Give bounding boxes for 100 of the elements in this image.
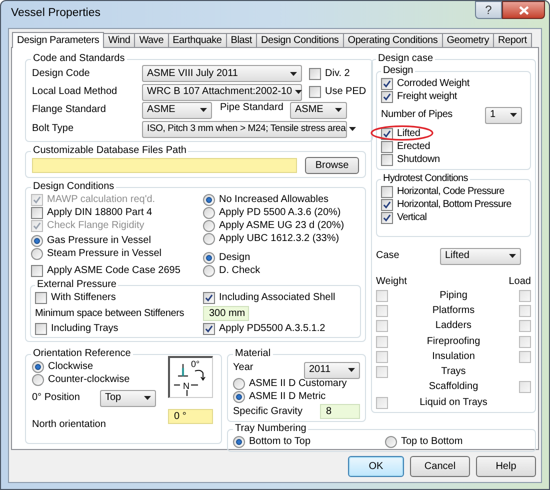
field-label: Local Load Method <box>32 86 118 98</box>
field-label: Number of Pipes <box>381 109 452 121</box>
checkbox[interactable] <box>381 198 393 210</box>
group-title: Orientation Reference <box>32 348 132 360</box>
dropdown[interactable]: ASME <box>142 102 212 118</box>
checkbox[interactable] <box>381 78 393 90</box>
checkbox[interactable] <box>35 323 47 335</box>
close-button[interactable] <box>502 1 545 19</box>
checkbox-label: Horizontal, Bottom Pressure <box>397 198 512 210</box>
radio-button[interactable] <box>203 220 215 232</box>
radio-button[interactable] <box>203 252 215 264</box>
field-label: Bolt Type <box>32 123 75 135</box>
field-label: Case <box>376 250 400 262</box>
dropdown[interactable]: 1 <box>485 106 522 124</box>
checkbox-label: Erected <box>397 140 430 152</box>
tab[interactable]: Wind <box>103 33 136 47</box>
checkmark-icon <box>205 294 213 302</box>
checkbox[interactable] <box>31 264 43 276</box>
radio-button[interactable] <box>385 436 397 448</box>
checkbox-label: Vertical <box>397 212 427 224</box>
dialog-button[interactable]: Help <box>476 456 536 477</box>
load-label: Fireproofing <box>426 336 482 348</box>
radio-button[interactable] <box>203 194 215 206</box>
caret-icon <box>200 108 207 112</box>
field-label: 0° Position <box>32 392 81 404</box>
field-label: North orientation <box>32 418 106 430</box>
group-title: External Pressure <box>36 279 118 291</box>
caret-icon <box>295 90 302 94</box>
radio-button[interactable] <box>31 248 43 260</box>
checkbox-label: Shutdown <box>397 154 440 166</box>
caret-icon <box>348 368 355 372</box>
tab[interactable]: Design Conditions <box>256 33 344 47</box>
tab[interactable]: Operating Conditions <box>342 33 443 47</box>
dropdown[interactable]: ASME <box>290 102 347 118</box>
input-field[interactable]: 0 ° <box>168 409 213 424</box>
tab[interactable]: Geometry <box>442 33 494 47</box>
tab[interactable]: Wave <box>134 33 169 47</box>
window-title: Vessel Properties <box>11 7 100 19</box>
browse-button[interactable]: Browse <box>305 157 359 174</box>
caret-icon <box>510 113 517 117</box>
checkbox-label: Apply ASME Code Case 2695 <box>47 264 180 276</box>
radio-label: ASME II D Customary <box>249 378 347 390</box>
load-label: Scaffolding <box>428 381 480 394</box>
checkbox[interactable] <box>381 212 393 224</box>
dropdown[interactable]: Top <box>100 390 156 406</box>
radio-label: D. Check <box>219 264 260 276</box>
load-label: Trays <box>440 366 467 378</box>
input-field[interactable] <box>32 158 297 173</box>
field-label: Weight <box>376 276 407 288</box>
dialog-button[interactable]: OK <box>348 456 404 477</box>
checkbox-label: MAWP calculation req'd. <box>47 194 156 206</box>
checkbox[interactable] <box>381 186 393 198</box>
input-field[interactable]: 8 <box>320 404 360 419</box>
caret-icon <box>144 396 151 400</box>
tab[interactable]: Report <box>493 33 532 47</box>
group-title: Design <box>382 65 414 77</box>
checkbox[interactable] <box>203 292 215 304</box>
load-label: Ladders <box>434 320 473 332</box>
checkbox[interactable] <box>31 206 43 218</box>
checkbox[interactable] <box>203 323 215 335</box>
checkbox-label: Apply PD5500 A.3.5.1.2 <box>219 323 326 335</box>
radio-label: Top to Bottom <box>401 436 463 448</box>
dropdown[interactable]: ASME VIII July 2011 <box>142 65 302 82</box>
radio-button[interactable] <box>233 390 245 402</box>
checkbox[interactable] <box>309 86 321 98</box>
radio-button[interactable] <box>203 206 215 218</box>
checkbox[interactable] <box>309 68 321 80</box>
tab[interactable]: Blast <box>226 33 257 47</box>
caret-icon <box>290 72 297 76</box>
help-button[interactable]: ? <box>475 1 502 19</box>
checkbox[interactable] <box>35 292 47 304</box>
checkbox[interactable] <box>381 154 393 166</box>
input-field[interactable]: 300 mm <box>203 306 249 321</box>
radio-button[interactable] <box>31 234 43 246</box>
tab[interactable]: Design Parameters <box>12 32 104 48</box>
checkbox-label: Including Trays <box>51 323 118 335</box>
radio-button[interactable] <box>32 374 44 386</box>
checkbox-label: Horizontal, Code Pressure <box>397 186 504 198</box>
radio-button[interactable] <box>233 436 245 448</box>
dropdown[interactable]: WRC B 107 Attachment:2002-10 <box>142 84 302 100</box>
group-title: Hydrotest Conditions <box>382 173 469 185</box>
dialog-button[interactable]: Cancel <box>410 456 470 477</box>
dropdown[interactable]: 2011 <box>304 362 360 378</box>
radio-button[interactable] <box>32 360 44 372</box>
radio-label: No Increased Allowables <box>219 194 329 206</box>
caret-icon <box>335 108 342 112</box>
tab[interactable]: Earthquake <box>168 33 227 47</box>
radio-label: Apply UBC 1612.3.2 (33%) <box>219 232 340 244</box>
checkbox-label: Lifted <box>397 128 420 140</box>
load-label: Liquid on Trays <box>418 396 488 409</box>
radio-button[interactable] <box>203 232 215 244</box>
radio-label: Clockwise <box>48 360 94 372</box>
radio-label: Apply PD 5500 A.3.6 (20%) <box>219 206 341 218</box>
radio-button[interactable] <box>203 264 215 276</box>
dropdown[interactable]: Lifted <box>440 248 521 264</box>
radio-button[interactable] <box>233 378 245 390</box>
group-title: Design Conditions <box>32 181 116 193</box>
checkbox[interactable] <box>381 90 393 102</box>
checkbox[interactable] <box>381 140 393 152</box>
field-label: Design Code <box>32 68 91 80</box>
